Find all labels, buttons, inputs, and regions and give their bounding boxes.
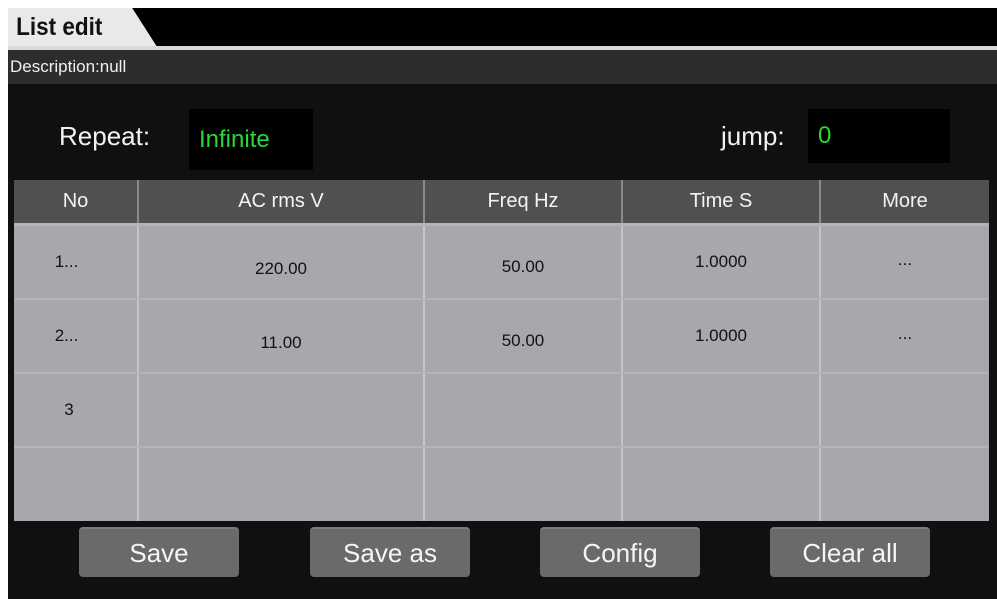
title-bar: List edit bbox=[8, 8, 997, 46]
cell-time[interactable]: 1.0000 bbox=[623, 300, 821, 372]
column-header-no: No bbox=[14, 180, 139, 223]
table-row[interactable]: 2... 11.00 50.00 1.0000 ... bbox=[14, 300, 989, 372]
cell-ac-rms[interactable] bbox=[139, 374, 425, 446]
cell-no[interactable]: 3 bbox=[14, 374, 139, 446]
jump-label: jump: bbox=[721, 121, 785, 151]
cell-ac-rms[interactable] bbox=[139, 448, 425, 521]
cell-more[interactable] bbox=[821, 374, 989, 446]
cell-no[interactable]: 2... bbox=[14, 300, 139, 372]
cell-no[interactable] bbox=[14, 448, 139, 521]
column-header-freq: Freq Hz bbox=[425, 180, 623, 223]
cell-freq[interactable]: 50.00 bbox=[425, 226, 623, 298]
cell-more[interactable]: ... bbox=[821, 300, 989, 372]
cell-freq[interactable]: 50.00 bbox=[425, 300, 623, 372]
save-as-button[interactable]: Save as bbox=[310, 527, 470, 577]
config-button[interactable]: Config bbox=[540, 527, 700, 577]
cell-ac-rms[interactable]: 11.00 bbox=[139, 300, 425, 372]
list-table: No AC rms V Freq Hz Time S More 1... 220… bbox=[14, 180, 989, 521]
jump-value-field[interactable]: 0 bbox=[808, 109, 950, 163]
table-row[interactable]: 1... 220.00 50.00 1.0000 ... bbox=[14, 226, 989, 298]
list-edit-screen: List edit Description:null Repeat: Infin… bbox=[8, 8, 997, 599]
column-header-ac-rms: AC rms V bbox=[139, 180, 425, 223]
description-bar: Description:null bbox=[8, 50, 997, 84]
cell-more[interactable]: ... bbox=[821, 226, 989, 298]
cell-time[interactable]: 1.0000 bbox=[623, 226, 821, 298]
tab-list-edit[interactable]: List edit bbox=[8, 8, 157, 46]
cell-no[interactable]: 1... bbox=[14, 226, 139, 298]
save-button[interactable]: Save bbox=[79, 527, 239, 577]
table-row[interactable] bbox=[14, 448, 989, 521]
cell-time[interactable] bbox=[623, 374, 821, 446]
table-row[interactable]: 3 bbox=[14, 374, 989, 446]
cell-more[interactable] bbox=[821, 448, 989, 521]
cell-freq[interactable] bbox=[425, 374, 623, 446]
repeat-value-field[interactable]: Infinite bbox=[189, 109, 313, 170]
cell-ac-rms[interactable]: 220.00 bbox=[139, 226, 425, 298]
cell-time[interactable] bbox=[623, 448, 821, 521]
column-header-time: Time S bbox=[623, 180, 821, 223]
cell-freq[interactable] bbox=[425, 448, 623, 521]
clear-all-button[interactable]: Clear all bbox=[770, 527, 930, 577]
column-header-more: More bbox=[821, 180, 989, 223]
repeat-label: Repeat: bbox=[59, 121, 151, 151]
